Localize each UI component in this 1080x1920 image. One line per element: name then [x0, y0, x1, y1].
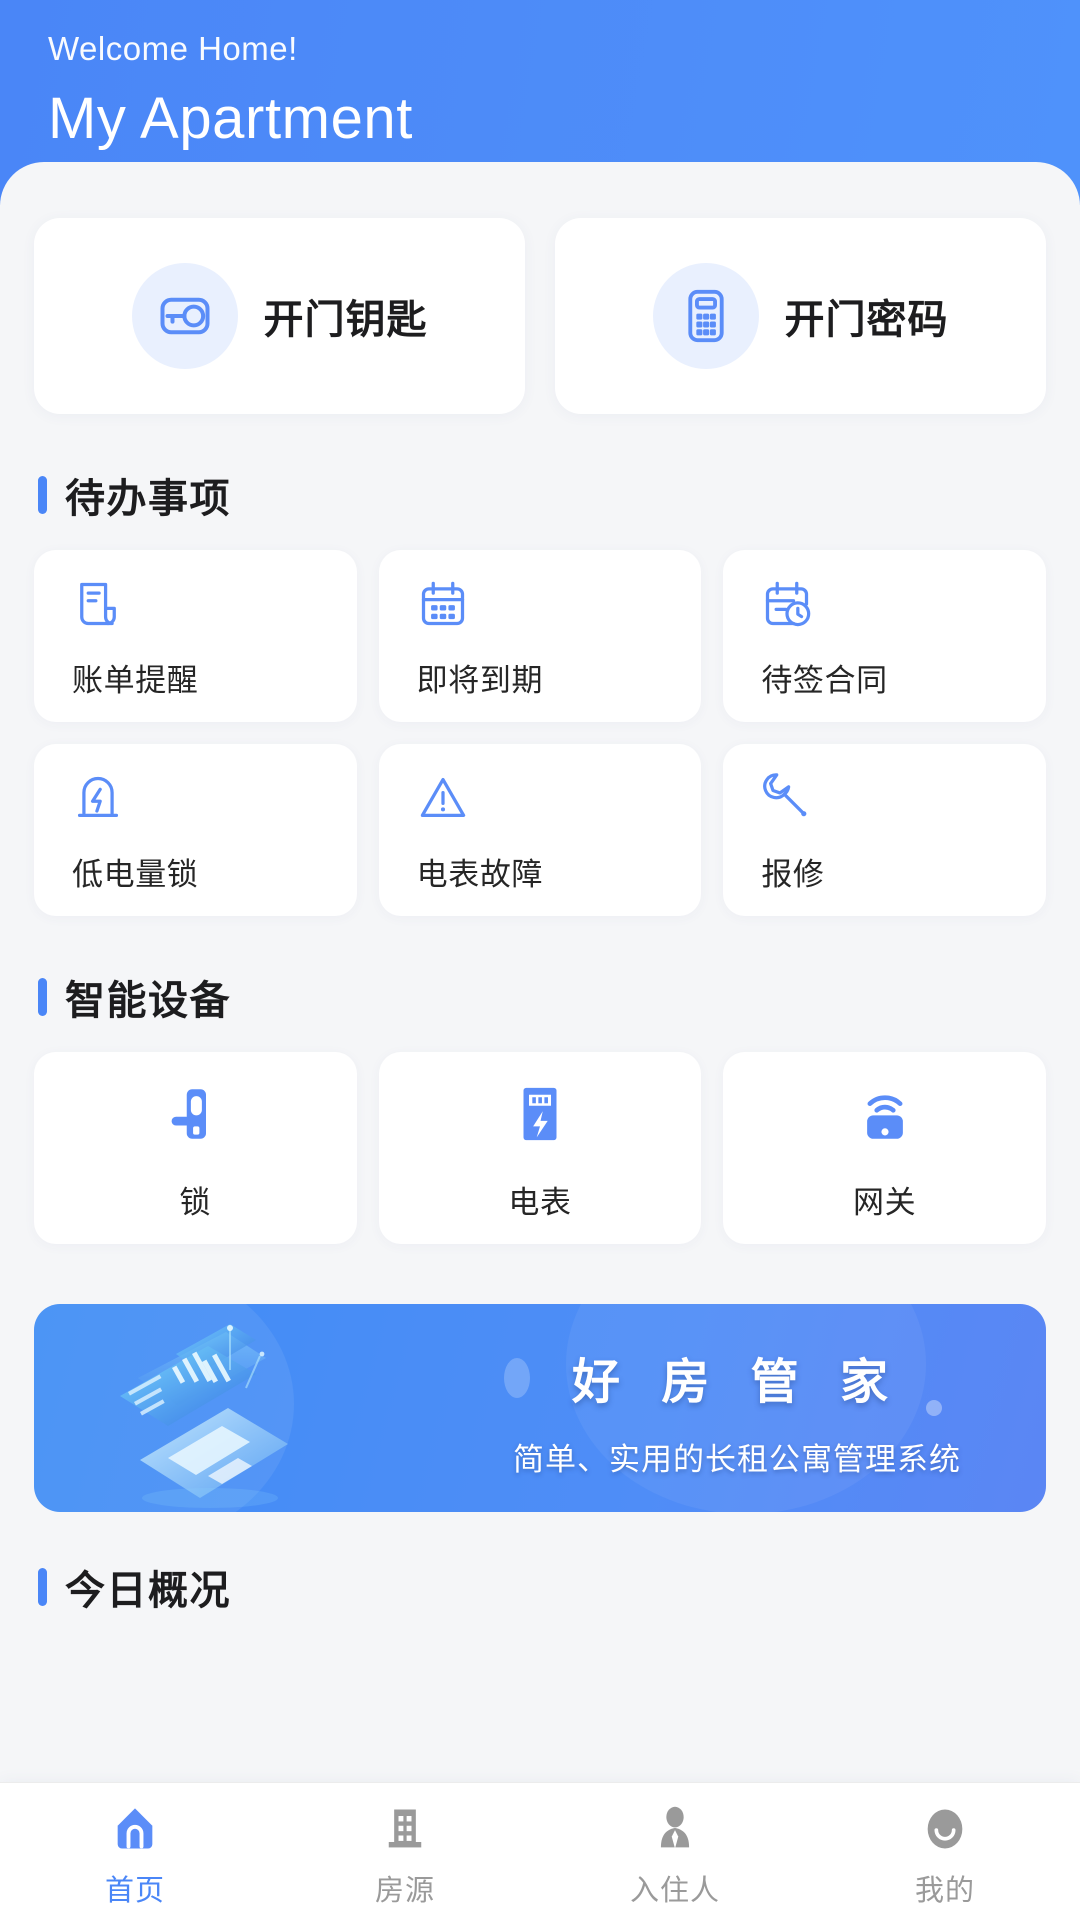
todo-item-expiring-soon[interactable]: 即将到期 — [378, 550, 702, 722]
banner-title: 好 房 管 家 — [571, 1356, 902, 1409]
todo-item-label: 待签合同 — [761, 662, 888, 698]
todo-item-repair-request[interactable]: 报修 — [723, 744, 1046, 916]
device-item-gateway[interactable]: 网关 — [723, 1052, 1046, 1244]
todo-item-meter-fault[interactable]: 电表故障 — [378, 744, 702, 916]
section-title: 智能设备 — [65, 979, 231, 1023]
tenant-person-icon — [649, 1801, 701, 1857]
warning-triangle-icon — [417, 767, 469, 829]
todo-item-label: 电表故障 — [416, 856, 544, 892]
device-item-label: 网关 — [853, 1184, 917, 1220]
banner-illustration-icon — [80, 1310, 420, 1512]
device-item-label: 电表 — [508, 1184, 572, 1220]
quick-action-row: 开门钥匙 开门密码 — [34, 162, 1046, 414]
section-accent-bar — [38, 978, 47, 1016]
calendar-clock-icon — [761, 573, 813, 635]
bottom-tab-bar: 首页 房源 入住人 我的 — [0, 1782, 1080, 1920]
device-item-lock[interactable]: 锁 — [34, 1052, 357, 1244]
todo-item-pending-contract[interactable]: 待签合同 — [723, 550, 1046, 722]
tab-home[interactable]: 首页 — [0, 1801, 270, 1909]
tab-label: 我的 — [914, 1875, 975, 1907]
bill-document-icon — [72, 573, 124, 635]
tab-label: 房源 — [374, 1875, 435, 1907]
todo-item-low-battery-lock[interactable]: 低电量锁 — [34, 744, 357, 916]
quick-action-door-key[interactable]: 开门钥匙 — [34, 218, 525, 414]
device-item-label: 锁 — [179, 1184, 212, 1220]
todo-item-label: 低电量锁 — [72, 856, 199, 892]
page-title: My Apartment — [48, 85, 413, 151]
low-battery-lock-icon — [72, 767, 124, 829]
todo-item-bill-reminder[interactable]: 账单提醒 — [34, 550, 357, 722]
todo-item-label: 报修 — [761, 856, 825, 892]
promo-banner[interactable]: 好 房 管 家 简单、实用的长租公寓管理系统 — [34, 1304, 1046, 1512]
smart-lock-icon — [162, 1075, 228, 1153]
calendar-icon — [417, 573, 469, 635]
section-title: 今日概况 — [65, 1569, 231, 1613]
profile-avatar-icon — [919, 1801, 971, 1857]
device-grid: 锁 电表 网关 — [34, 1052, 1046, 1244]
section-header-devices: 智能设备 — [38, 968, 1046, 1026]
todo-grid: 账单提醒 即将到期 待签合同 低电量锁 电表故障 报修 — [34, 550, 1046, 916]
section-header-overview: 今日概况 — [38, 1558, 1046, 1616]
todo-item-label: 即将到期 — [416, 662, 544, 698]
todo-item-label: 账单提醒 — [72, 662, 199, 698]
welcome-greeting: Welcome Home! — [48, 30, 298, 67]
tab-label: 入住人 — [629, 1875, 720, 1907]
banner-subtitle: 简单、实用的长租公寓管理系统 — [513, 1442, 961, 1477]
home-icon — [109, 1801, 161, 1857]
content-sheet: 开门钥匙 开门密码 待办事项 账单提醒 即将到期 待签合同 低电量锁 电表故障 … — [0, 162, 1080, 1920]
section-accent-bar — [38, 476, 47, 514]
keypad-password-icon — [652, 263, 759, 369]
electric-meter-icon — [507, 1075, 573, 1153]
building-icon — [379, 1801, 431, 1857]
wrench-icon — [761, 767, 813, 829]
tab-tenants[interactable]: 入住人 — [540, 1801, 810, 1909]
quick-action-label: 开门密码 — [784, 298, 949, 342]
quick-action-label: 开门钥匙 — [263, 298, 428, 342]
section-title: 待办事项 — [65, 477, 231, 521]
quick-action-door-password[interactable]: 开门密码 — [555, 218, 1046, 414]
tab-mine[interactable]: 我的 — [810, 1801, 1080, 1909]
section-header-todo: 待办事项 — [38, 466, 1046, 524]
tab-label: 首页 — [104, 1875, 165, 1907]
device-item-meter[interactable]: 电表 — [378, 1052, 702, 1244]
gateway-wifi-icon — [852, 1075, 918, 1153]
tab-properties[interactable]: 房源 — [270, 1801, 540, 1909]
banner-text-block: 好 房 管 家 简单、实用的长租公寓管理系统 — [472, 1342, 1002, 1479]
door-key-icon — [131, 263, 238, 369]
section-accent-bar — [38, 1568, 47, 1606]
